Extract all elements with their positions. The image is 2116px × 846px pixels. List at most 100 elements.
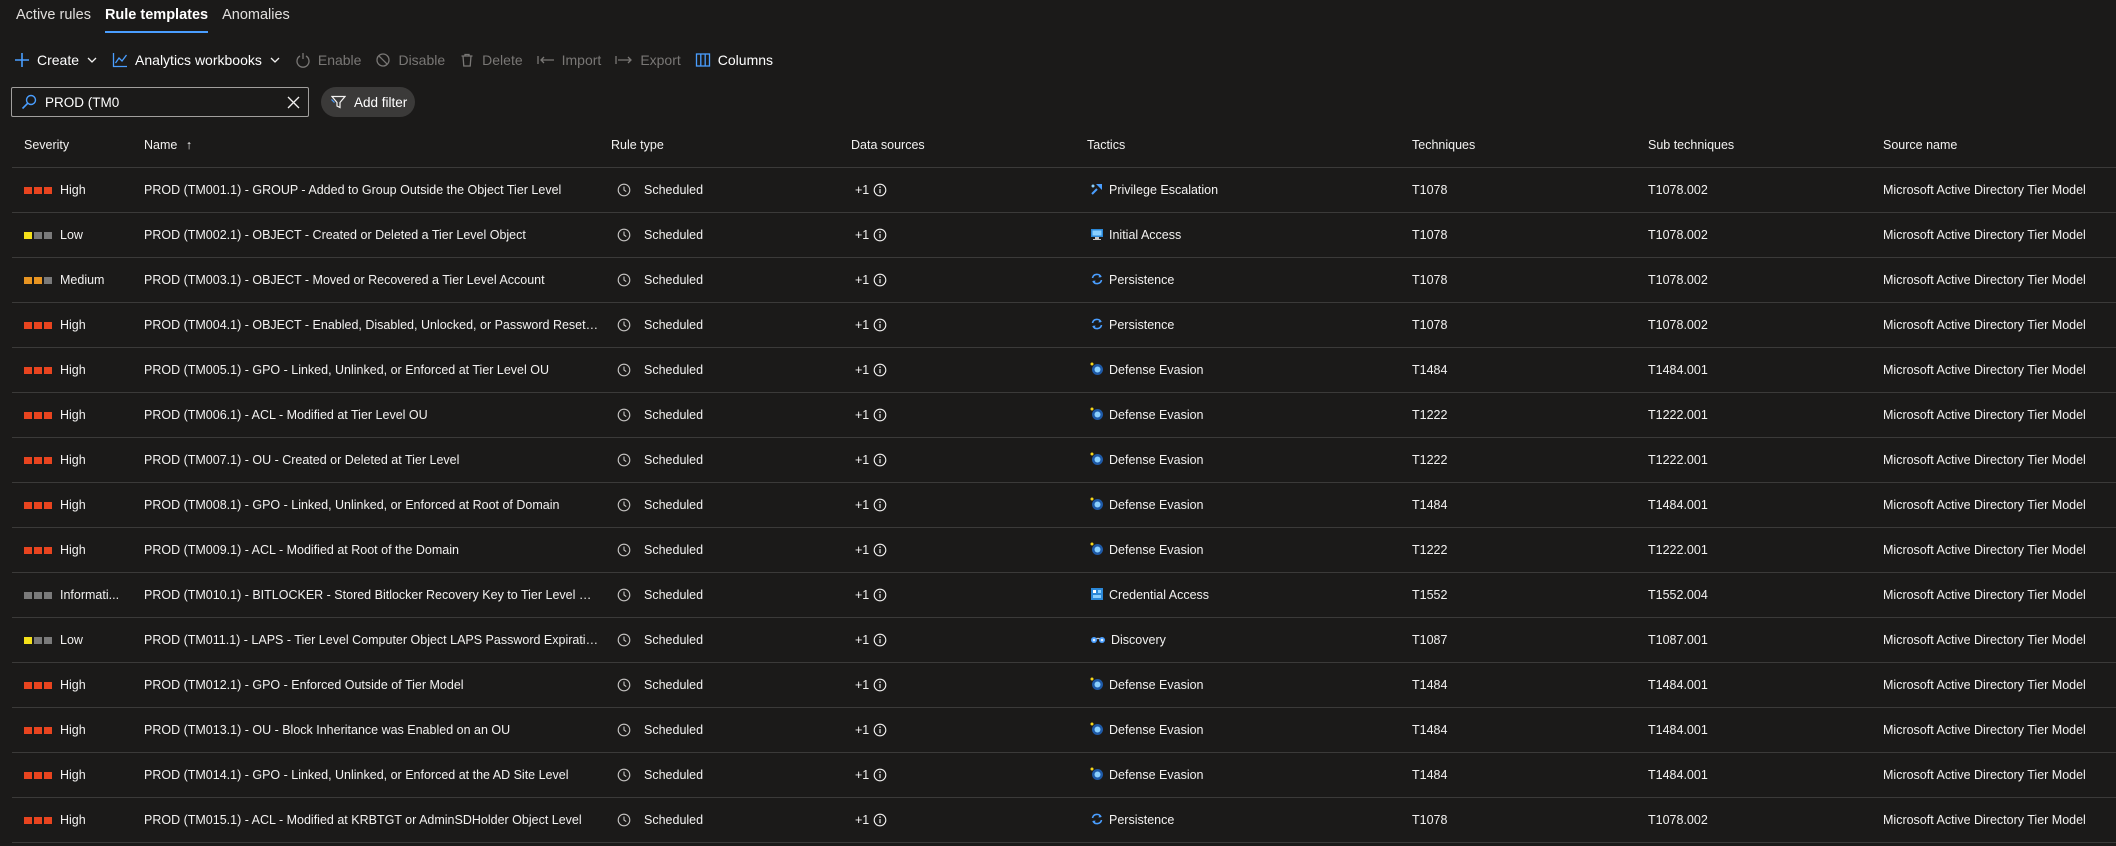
sub-technique: T1484.001 (1648, 363, 1708, 377)
data-sources-cell[interactable]: +1 (855, 213, 887, 257)
rule-name[interactable]: PROD (TM004.1) - OBJECT - Enabled, Disab… (144, 303, 599, 347)
rule-type-label: Scheduled (644, 318, 704, 332)
table-row[interactable]: Low PROD (TM011.1) - LAPS - Tier Level C… (12, 618, 2116, 663)
table-row[interactable]: High PROD (TM015.1) - ACL - Modified at … (12, 798, 2116, 843)
info-icon[interactable] (873, 318, 887, 332)
close-icon[interactable] (287, 96, 300, 109)
export-icon (615, 56, 633, 64)
table-row[interactable]: Low PROD (TM002.1) - OBJECT - Created or… (12, 213, 2116, 258)
column-header-source-name[interactable]: Source name (1883, 131, 1957, 167)
column-header-severity[interactable]: Severity (24, 131, 69, 167)
delete-button[interactable]: Delete (459, 52, 523, 68)
info-icon[interactable] (873, 768, 887, 782)
rule-name[interactable]: PROD (TM012.1) - GPO - Enforced Outside … (144, 663, 599, 707)
column-header-name[interactable]: Name ↑ (144, 131, 192, 167)
info-icon[interactable] (873, 453, 887, 467)
rule-name[interactable]: PROD (TM006.1) - ACL - Modified at Tier … (144, 393, 599, 437)
severity-cell: High (24, 798, 86, 842)
column-header-data-sources[interactable]: Data sources (851, 131, 925, 167)
rule-type-cell: Scheduled (617, 438, 703, 482)
columns-button[interactable]: Columns (695, 52, 773, 68)
table-row[interactable]: Medium PROD (TM003.1) - OBJECT - Moved o… (12, 258, 2116, 303)
table-row[interactable]: High PROD (TM007.1) - OU - Created or De… (12, 438, 2116, 483)
data-sources-cell[interactable]: +1 (855, 528, 887, 572)
table-row[interactable]: High PROD (TM013.1) - OU - Block Inherit… (12, 708, 2116, 753)
table-row[interactable]: Informati... PROD (TM010.1) - BITLOCKER … (12, 573, 2116, 618)
info-icon[interactable] (873, 498, 887, 512)
table-row[interactable]: High PROD (TM006.1) - ACL - Modified at … (12, 393, 2116, 438)
rule-name[interactable]: PROD (TM001.1) - GROUP - Added to Group … (144, 168, 599, 212)
search-input[interactable] (45, 94, 275, 110)
enable-button[interactable]: Enable (295, 52, 361, 68)
data-sources-cell[interactable]: +1 (855, 483, 887, 527)
data-sources-cell[interactable]: +1 (855, 618, 887, 662)
table-row[interactable]: High PROD (TM001.1) - GROUP - Added to G… (12, 168, 2116, 213)
table-row[interactable]: High PROD (TM005.1) - GPO - Linked, Unli… (12, 348, 2116, 393)
table-row[interactable]: High PROD (TM014.1) - GPO - Linked, Unli… (12, 753, 2116, 798)
info-icon[interactable] (873, 228, 887, 242)
sub-technique: T1222.001 (1648, 543, 1708, 557)
rule-name[interactable]: PROD (TM003.1) - OBJECT - Moved or Recov… (144, 258, 599, 302)
rule-name[interactable]: PROD (TM002.1) - OBJECT - Created or Del… (144, 213, 599, 257)
data-sources-cell[interactable]: +1 (855, 708, 887, 752)
columns-label: Columns (717, 52, 774, 68)
add-filter-button[interactable]: Add filter (321, 87, 415, 117)
tactics-cell: Defense Evasion (1090, 348, 1204, 392)
import-button[interactable]: Import (536, 52, 601, 68)
rule-type-label: Scheduled (644, 813, 704, 827)
table-row[interactable]: High PROD (TM009.1) - ACL - Modified at … (12, 528, 2116, 573)
rule-name[interactable]: PROD (TM014.1) - GPO - Linked, Unlinked,… (144, 753, 599, 797)
info-icon[interactable] (873, 813, 887, 827)
info-icon[interactable] (873, 363, 887, 377)
info-icon[interactable] (873, 273, 887, 287)
severity-bars-icon (24, 366, 52, 374)
tab-rule-templates[interactable]: Rule templates (104, 0, 209, 33)
severity-bars-icon (24, 501, 52, 509)
info-icon[interactable] (873, 408, 887, 422)
disable-button[interactable]: Disable (375, 52, 445, 68)
table-row[interactable]: High PROD (TM008.1) - GPO - Linked, Unli… (12, 483, 2116, 528)
rule-type-cell: Scheduled (617, 348, 703, 392)
create-button[interactable]: Create (14, 52, 98, 68)
rule-name[interactable]: PROD (TM008.1) - GPO - Linked, Unlinked,… (144, 483, 599, 527)
table-row[interactable]: High PROD (TM004.1) - OBJECT - Enabled, … (12, 303, 2116, 348)
clock-icon (617, 768, 631, 782)
column-header-rule-type[interactable]: Rule type (611, 131, 664, 167)
technique: T1078 (1412, 228, 1448, 242)
data-sources-cell[interactable]: +1 (855, 663, 887, 707)
data-sources-cell[interactable]: +1 (855, 438, 887, 482)
defense-evasion-icon (1090, 497, 1104, 514)
column-header-sub-techniques[interactable]: Sub techniques (1648, 131, 1734, 167)
info-icon[interactable] (873, 723, 887, 737)
table-row[interactable]: High PROD (TM012.1) - GPO - Enforced Out… (12, 663, 2116, 708)
info-icon[interactable] (873, 183, 887, 197)
data-sources-cell[interactable]: +1 (855, 798, 887, 842)
info-icon[interactable] (873, 633, 887, 647)
rule-name[interactable]: PROD (TM015.1) - ACL - Modified at KRBTG… (144, 798, 599, 842)
analytics-workbooks-button[interactable]: Analytics workbooks (112, 52, 281, 68)
rule-name[interactable]: PROD (TM005.1) - GPO - Linked, Unlinked,… (144, 348, 599, 392)
rule-name[interactable]: PROD (TM009.1) - ACL - Modified at Root … (144, 528, 599, 572)
rule-name[interactable]: PROD (TM013.1) - OU - Block Inheritance … (144, 708, 599, 752)
info-icon[interactable] (873, 588, 887, 602)
data-sources-cell[interactable]: +1 (855, 753, 887, 797)
tab-active-rules[interactable]: Active rules (16, 0, 91, 31)
data-sources-cell[interactable]: +1 (855, 348, 887, 392)
column-header-tactics[interactable]: Tactics (1087, 131, 1125, 167)
export-button[interactable]: Export (615, 52, 681, 68)
data-sources-cell[interactable]: +1 (855, 168, 887, 212)
data-sources-cell[interactable]: +1 (855, 393, 887, 437)
rule-name[interactable]: PROD (TM011.1) - LAPS - Tier Level Compu… (144, 618, 599, 662)
severity-label: Informati... (60, 588, 120, 602)
tab-anomalies[interactable]: Anomalies (222, 0, 290, 31)
rule-type-label: Scheduled (644, 228, 704, 242)
info-icon[interactable] (873, 678, 887, 692)
rule-name[interactable]: PROD (TM010.1) - BITLOCKER - Stored Bitl… (144, 573, 599, 617)
column-header-techniques[interactable]: Techniques (1412, 131, 1475, 167)
info-icon[interactable] (873, 543, 887, 557)
rule-name[interactable]: PROD (TM007.1) - OU - Created or Deleted… (144, 438, 599, 482)
data-sources-cell[interactable]: +1 (855, 303, 887, 347)
data-sources-count: +1 (855, 273, 870, 287)
data-sources-cell[interactable]: +1 (855, 573, 887, 617)
data-sources-cell[interactable]: +1 (855, 258, 887, 302)
